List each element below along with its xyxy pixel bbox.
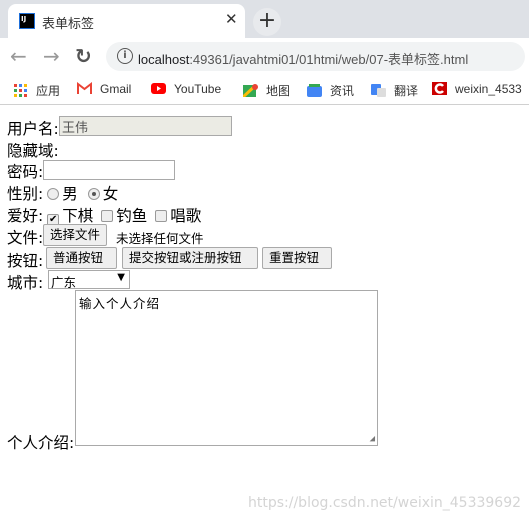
city-label: 城市: bbox=[7, 274, 44, 292]
gmail-icon bbox=[77, 82, 92, 94]
file-status: 未选择任何文件 bbox=[116, 231, 204, 246]
close-tab-icon[interactable]: ✕ bbox=[225, 10, 238, 28]
city-select[interactable]: 广东 ▼ bbox=[48, 270, 130, 290]
hobby-checkbox-singing[interactable] bbox=[155, 210, 168, 222]
gender-radio-female[interactable] bbox=[87, 188, 100, 200]
hidden-field-label: 隐藏域: bbox=[7, 142, 59, 160]
buttons-label: 按钮: bbox=[7, 252, 44, 270]
back-icon[interactable]: ← bbox=[10, 44, 27, 68]
youtube-icon bbox=[151, 83, 166, 94]
csdn-icon bbox=[432, 82, 447, 95]
page-content: 用户名: 隐藏域: 密码: 性别:男女 爱好:✔下棋钓鱼唱歌 文件: 选择文件 … bbox=[0, 106, 529, 522]
bookmark-csdn[interactable]: weixin_4533 bbox=[432, 82, 522, 96]
file-label: 文件: bbox=[7, 229, 44, 247]
reset-button[interactable]: 重置按钮 bbox=[262, 247, 332, 269]
tab-title: 表单标签 bbox=[42, 16, 95, 31]
gender-radio-male[interactable] bbox=[47, 188, 60, 200]
intellij-favicon-icon: IJ bbox=[19, 13, 35, 29]
bookmarks-bar: 应用 Gmail YouTube 地图 资讯 翻译 weixin_4533 bbox=[0, 75, 529, 105]
bookmark-youtube[interactable]: YouTube bbox=[151, 82, 221, 96]
hobby-row: 爱好: ✔ 下棋 钓鱼 唱歌 bbox=[7, 207, 202, 226]
gender-row: 性别: 男女 bbox=[7, 185, 119, 203]
intro-textarea[interactable]: 输入个人介绍 ◢ bbox=[75, 290, 378, 446]
bookmark-translate[interactable]: 翻译 bbox=[371, 82, 418, 99]
dropdown-arrow-icon: ▼ bbox=[117, 272, 125, 283]
forward-icon[interactable]: → bbox=[43, 44, 60, 68]
new-tab-button[interactable]: + bbox=[253, 8, 281, 36]
translate-icon bbox=[371, 84, 386, 97]
browser-tab[interactable]: IJ 表单标签 ✕ bbox=[8, 4, 245, 38]
username-input[interactable] bbox=[59, 116, 232, 136]
watermark: https://blog.csdn.net/weixin_45339692 bbox=[248, 495, 522, 511]
normal-button[interactable]: 普通按钮 bbox=[46, 247, 117, 269]
reload-icon[interactable]: ↻ bbox=[75, 44, 92, 68]
address-bar[interactable]: i localhost:49361/javahtmi01/01htmi/web/… bbox=[106, 42, 525, 71]
url-text[interactable]: localhost:49361/javahtmi01/01htmi/web/07… bbox=[138, 49, 468, 68]
intro-label: 个人介绍: bbox=[7, 434, 75, 452]
username-label: 用户名: bbox=[7, 120, 59, 138]
bookmark-maps[interactable]: 地图 bbox=[243, 82, 290, 99]
address-bar-row: ← → ↻ i localhost:49361/javahtmi01/01htm… bbox=[0, 38, 529, 75]
news-icon bbox=[307, 84, 322, 97]
info-icon[interactable]: i bbox=[117, 48, 133, 64]
bookmark-news[interactable]: 资讯 bbox=[307, 82, 354, 99]
bookmark-apps[interactable]: 应用 bbox=[13, 82, 60, 99]
password-input[interactable] bbox=[43, 160, 175, 180]
choose-file-button[interactable]: 选择文件 bbox=[43, 224, 108, 246]
password-label: 密码: bbox=[7, 163, 44, 181]
apps-grid-icon bbox=[14, 84, 27, 97]
maps-icon bbox=[243, 84, 258, 97]
tab-bar: IJ 表单标签 ✕ + bbox=[0, 0, 529, 38]
submit-button[interactable]: 提交按钮或注册按钮 bbox=[122, 247, 258, 269]
bookmark-gmail[interactable]: Gmail bbox=[77, 82, 131, 96]
hobby-checkbox-fishing[interactable] bbox=[101, 210, 114, 222]
resize-grip-icon[interactable]: ◢ bbox=[370, 434, 376, 444]
